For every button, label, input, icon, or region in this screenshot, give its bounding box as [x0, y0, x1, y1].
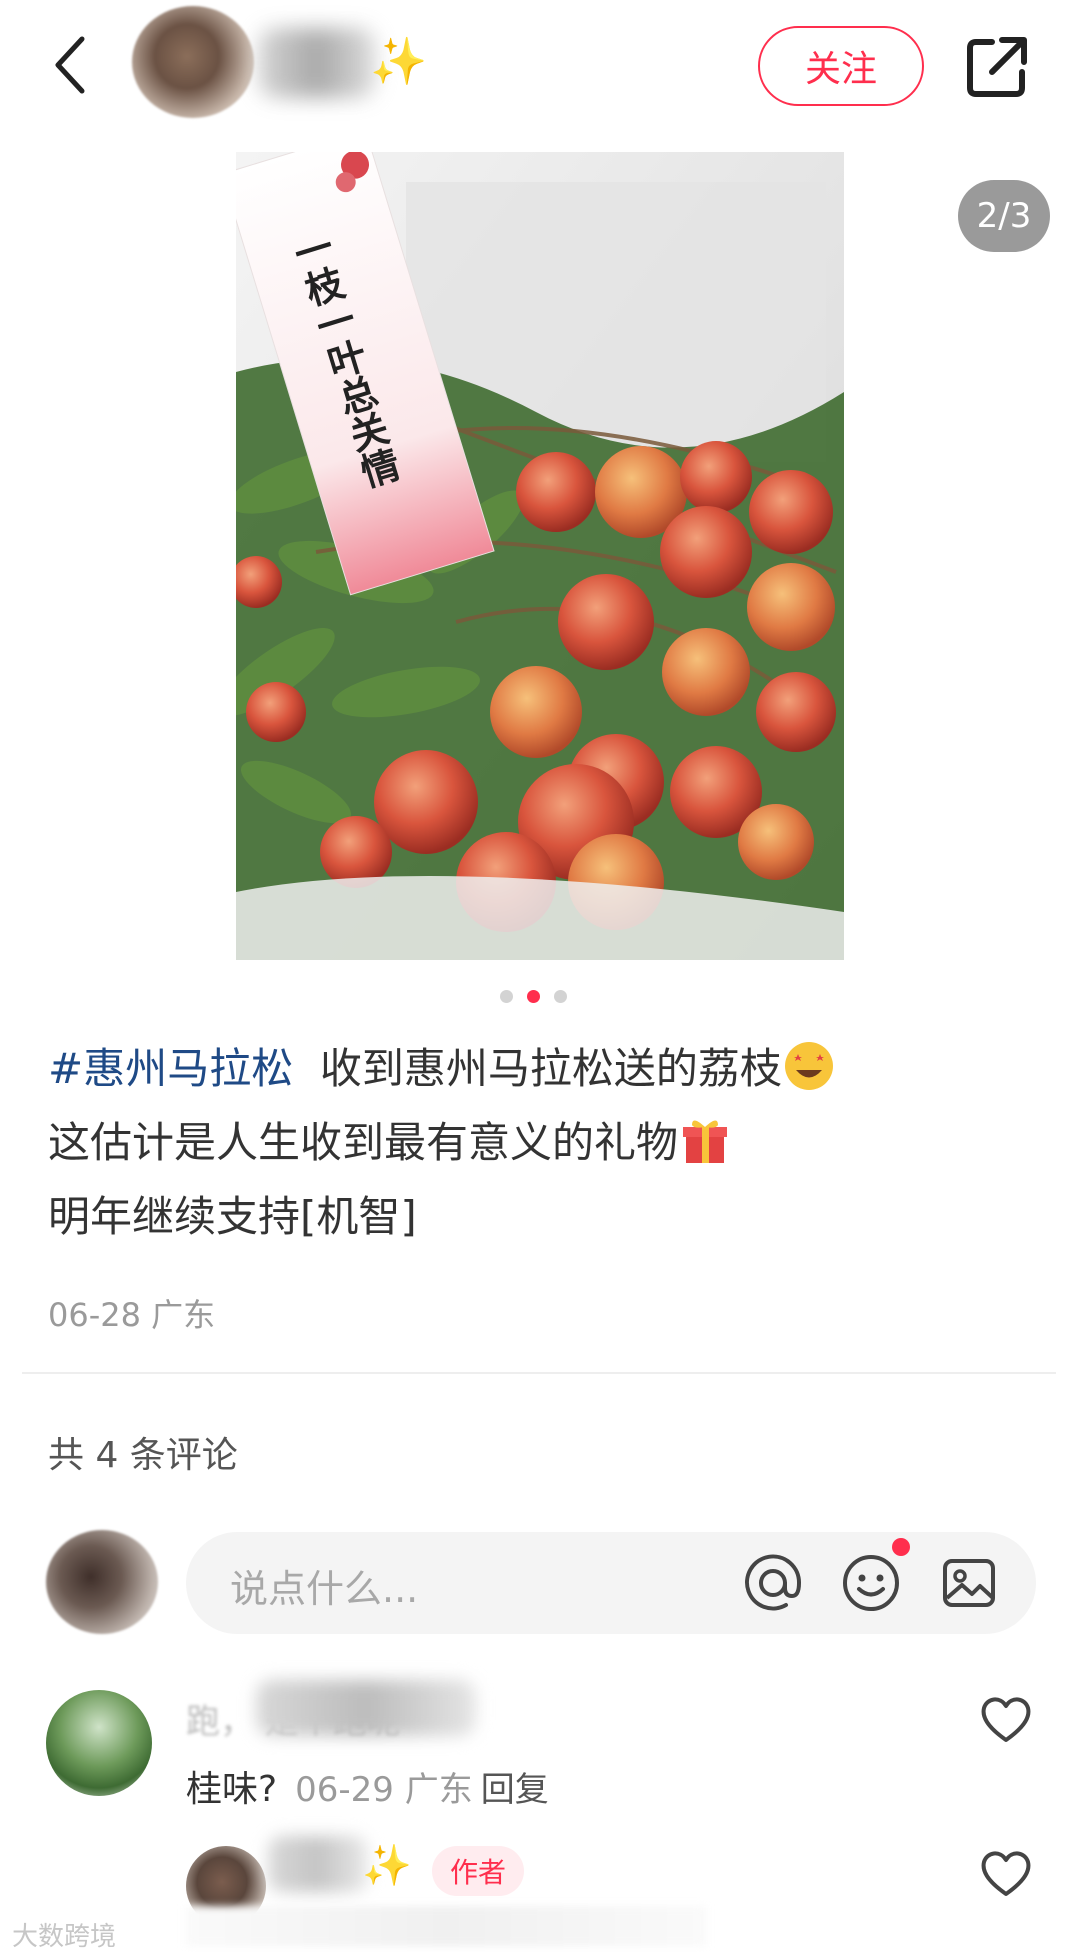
my-avatar[interactable]: [46, 1530, 158, 1634]
author-name-blurred[interactable]: [258, 28, 376, 98]
author-badge: 作者: [432, 1846, 524, 1896]
image-counter: 2/3: [958, 180, 1050, 252]
comment-count: 共 4 条评论: [48, 1435, 238, 1476]
post-caption: #惠州马拉松 收到惠州马拉松送的荔枝 这估计是人生收到最有意义的礼物 明年继续支…: [48, 1032, 1048, 1254]
reply-text-faded: [186, 1906, 706, 1946]
sparkle-icon: ✨: [362, 1843, 412, 1889]
sparkle-icon: ✨: [370, 34, 428, 88]
commenter-avatar[interactable]: [46, 1690, 152, 1796]
watermark: 大数跨境: [12, 1922, 117, 1952]
gift-emoji-icon: [683, 1120, 728, 1163]
follow-button[interactable]: 关注: [758, 26, 924, 106]
notification-dot: [892, 1538, 910, 1556]
post-photo-lychees[interactable]: 一枝一叶总关情: [236, 152, 844, 960]
carousel-dot[interactable]: [554, 990, 567, 1003]
carousel-dot-active[interactable]: [527, 990, 540, 1003]
hashtag-link[interactable]: #惠州马拉松: [48, 1044, 293, 1093]
comment-input-placeholder[interactable]: 说点什么...: [230, 1558, 418, 1613]
share-icon: [967, 37, 1027, 97]
author-avatar[interactable]: [132, 6, 254, 118]
like-heart-icon[interactable]: [978, 1846, 1034, 1902]
at-mention-icon[interactable]: [742, 1552, 804, 1614]
star-struck-emoji-icon: [784, 1042, 833, 1090]
carousel-dots[interactable]: [500, 990, 567, 1003]
emoji-picker-icon[interactable]: [840, 1552, 902, 1614]
caption-line-1: #惠州马拉松 收到惠州马拉松送的荔枝: [48, 1032, 1048, 1106]
like-heart-icon[interactable]: [978, 1692, 1034, 1748]
post-date-location: 06-28 广东: [48, 1296, 216, 1334]
caption-line-3: 明年继续支持[机智]: [48, 1192, 417, 1241]
chevron-left-icon: [55, 36, 85, 94]
commenter-name-blurred: [256, 1680, 476, 1736]
comment-body: 桂味? 06-29 广东 回复: [186, 1760, 549, 1812]
reply-button[interactable]: 回复: [481, 1770, 549, 1810]
comment-text: 桂味?: [186, 1769, 278, 1810]
divider: [22, 1372, 1056, 1374]
author-reply-name-blurred[interactable]: [268, 1836, 368, 1892]
caption-text-2: 这估计是人生收到最有意义的礼物: [48, 1118, 679, 1167]
lychee-photo-illustration: 一枝一叶总关情: [236, 152, 844, 960]
back-button[interactable]: [40, 30, 100, 100]
comment-date-location: 06-29 广东: [295, 1770, 473, 1810]
share-button[interactable]: [962, 32, 1032, 102]
caption-line-2: 这估计是人生收到最有意义的礼物: [48, 1106, 1048, 1180]
carousel-dot[interactable]: [500, 990, 513, 1003]
caption-text-1: 收到惠州马拉松送的荔枝: [319, 1044, 782, 1093]
image-picker-icon[interactable]: [938, 1552, 1000, 1614]
